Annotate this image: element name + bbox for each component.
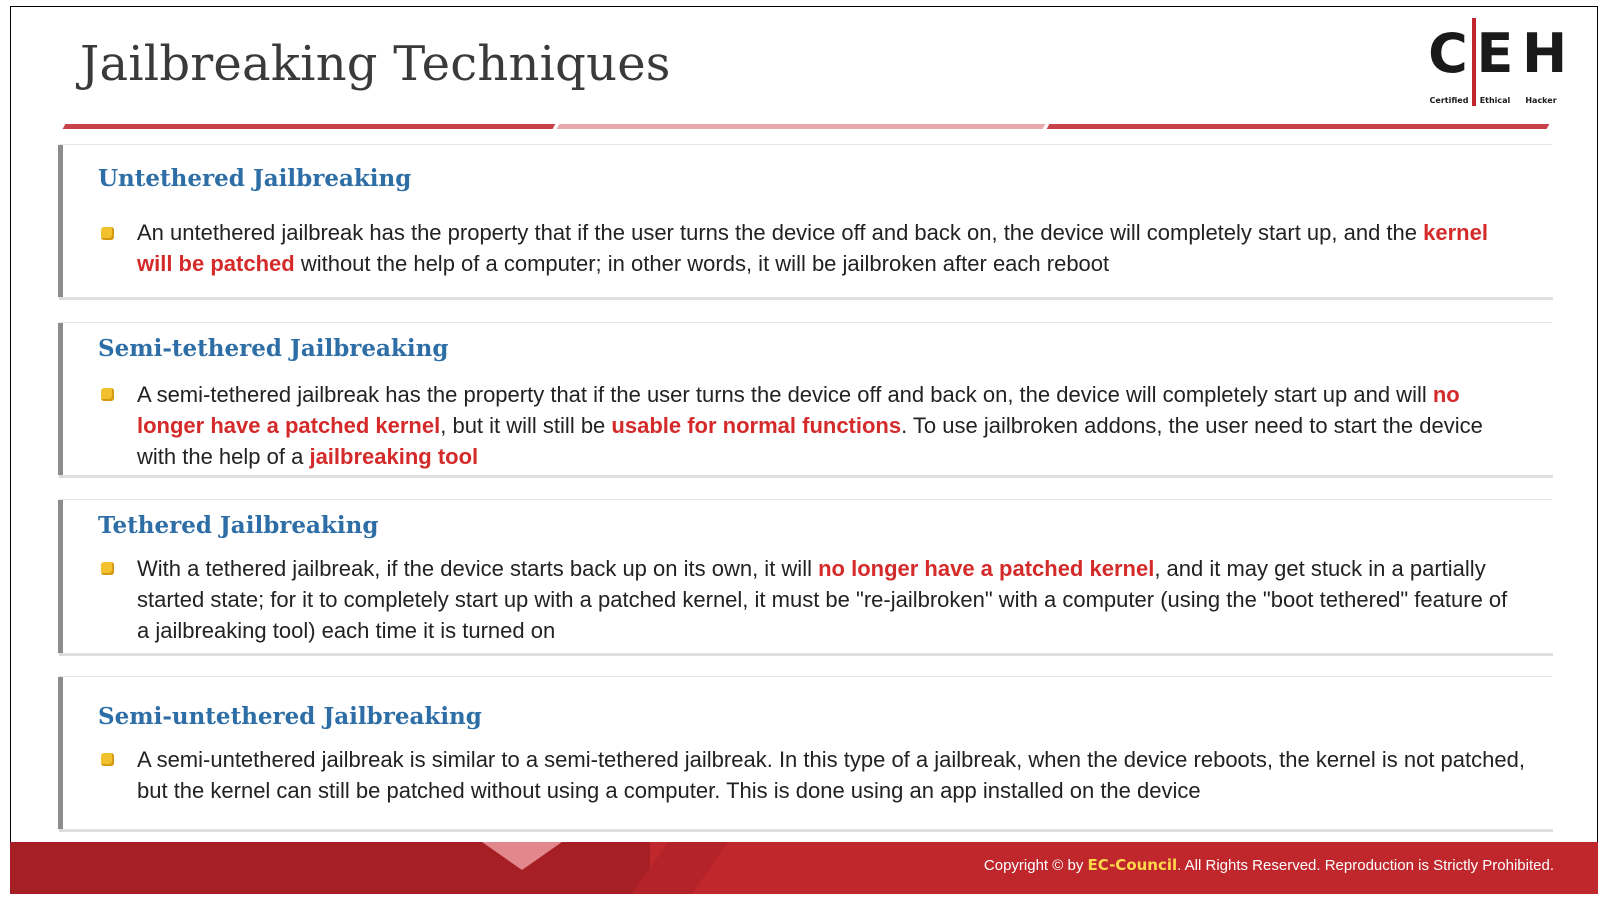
section-heading: Tethered Jailbreaking [98, 512, 379, 539]
section-body: With a tethered jailbreak, if the device… [137, 553, 1517, 646]
copyright-notice: Copyright © by EC-Council. All Rights Re… [984, 856, 1554, 874]
bullet-icon [101, 227, 114, 240]
section-untethered: Untethered Jailbreaking An untethered ja… [58, 145, 1553, 300]
body-text: With a tethered jailbreak, if the device… [137, 556, 819, 581]
logo-letters: C E H [1428, 22, 1568, 88]
section-heading: Semi-untethered Jailbreaking [98, 703, 482, 730]
section-body: A semi-tethered jailbreak has the proper… [137, 379, 1517, 472]
bullet-icon [101, 753, 114, 766]
section-body: A semi-untethered jailbreak is similar t… [137, 744, 1537, 806]
body-text: A semi-tethered jailbreak has the proper… [137, 382, 1433, 407]
copyright-suffix: . All Rights Reserved. Reproduction is S… [1177, 857, 1554, 874]
page-title: Jailbreaking Techniques [80, 36, 671, 92]
section-tethered: Tethered Jailbreaking With a tethered ja… [58, 500, 1553, 656]
footer-bar: Copyright © by EC-Council. All Rights Re… [10, 842, 1598, 894]
section-semi-untethered: Semi-untethered Jailbreaking A semi-unte… [58, 677, 1553, 832]
highlight-text: jailbreaking tool [309, 444, 479, 469]
divider-segment-right [1046, 124, 1550, 129]
copyright-prefix: Copyright © by [983, 857, 1088, 874]
logo-sub-ethical: Ethical [1479, 96, 1511, 105]
divider-segment-left [62, 124, 556, 129]
logo-sub-hacker: Hacker [1525, 96, 1557, 105]
title-divider [62, 124, 1552, 129]
logo-letter-h: H [1522, 22, 1568, 85]
logo-subtitle: Certified Ethical Hacker [1428, 96, 1562, 105]
section-heading: Untethered Jailbreaking [98, 165, 412, 192]
divider-segment-middle [556, 124, 1046, 129]
logo-letter-c: C [1428, 22, 1468, 85]
body-text: , but it will still be [440, 413, 612, 438]
logo-divider [1472, 18, 1476, 106]
ec-council-brand: EC-Council [1087, 856, 1178, 874]
bullet-icon [101, 562, 114, 575]
section-heading: Semi-tethered Jailbreaking [98, 335, 449, 362]
footer-triangle [482, 842, 562, 870]
highlight-text: usable for normal functions [611, 413, 902, 438]
logo-letter-e: E [1476, 22, 1514, 85]
section-body: An untethered jailbreak has the property… [137, 217, 1517, 279]
body-text: without the help of a computer; in other… [294, 251, 1110, 276]
body-text: An untethered jailbreak has the property… [137, 220, 1424, 245]
logo-sub-certified: Certified [1429, 96, 1469, 105]
highlight-text: no longer have a patched kernel [818, 556, 1155, 581]
ceh-logo: C E H Certified Ethical Hacker [1428, 18, 1568, 110]
body-text: A semi-untethered jailbreak is similar t… [137, 747, 1525, 803]
section-semi-tethered: Semi-tethered Jailbreaking A semi-tether… [58, 323, 1553, 478]
bullet-icon [101, 388, 114, 401]
